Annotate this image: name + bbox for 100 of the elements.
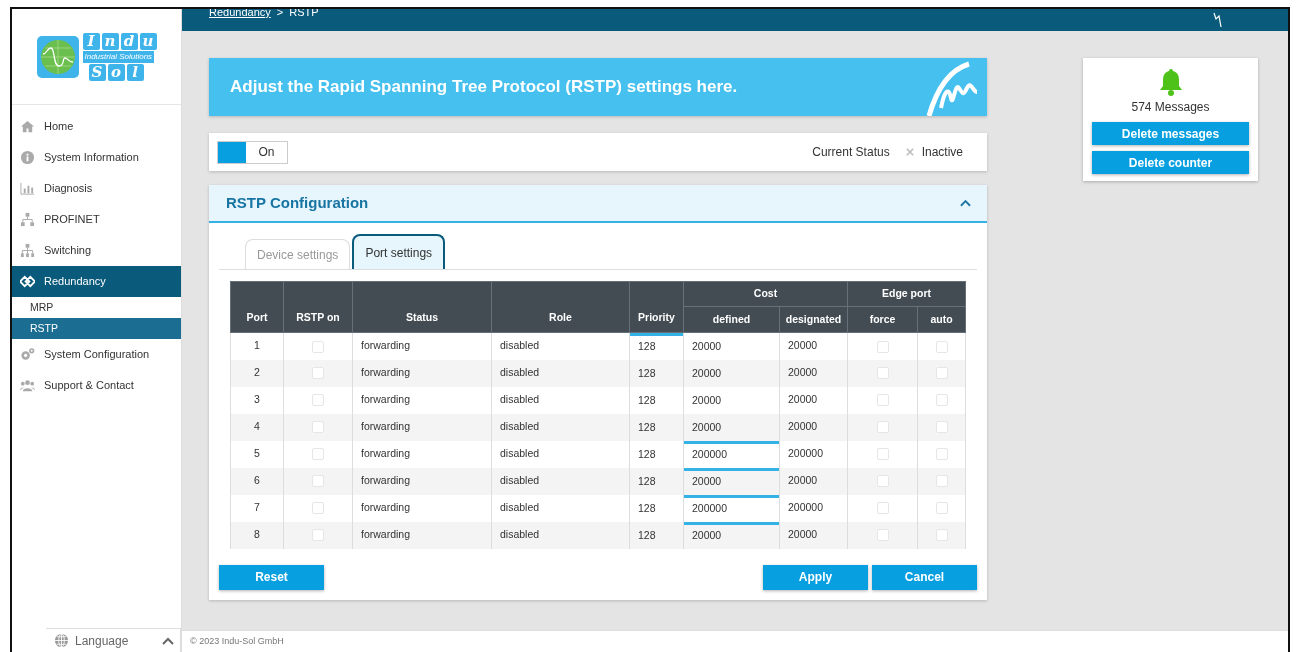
priority-field[interactable]: 128 xyxy=(630,413,683,438)
copyright-text: © 2023 Indu-Sol GmbH xyxy=(190,634,284,648)
config-panel-header[interactable]: RSTP Configuration xyxy=(209,185,987,223)
column-header: force xyxy=(847,306,918,333)
column-header: defined xyxy=(683,306,780,333)
sidebar-item[interactable]: Switching xyxy=(12,235,181,266)
logo-letter: d xyxy=(120,32,138,50)
checkbox[interactable] xyxy=(312,448,324,461)
checkbox[interactable] xyxy=(935,421,948,434)
priority-field[interactable]: 128 xyxy=(630,494,683,519)
table-cell: forwarding xyxy=(352,413,492,441)
logo-letter: S xyxy=(88,63,106,81)
priority-field[interactable]: 128 xyxy=(630,521,683,546)
priority-field[interactable]: 128 xyxy=(630,440,683,465)
hierarchy-icon xyxy=(20,243,35,258)
breadcrumb-current: RSTP xyxy=(289,9,319,20)
priority-field[interactable]: 128 xyxy=(630,386,683,411)
table-cell: 20000 xyxy=(779,359,848,387)
cost-field[interactable]: 20000 xyxy=(684,386,779,411)
checkbox[interactable] xyxy=(935,394,948,407)
message-count: 574 Messages xyxy=(1131,99,1210,116)
checkbox[interactable] xyxy=(312,340,324,353)
bell-icon xyxy=(1158,68,1183,96)
status-label: Current Status xyxy=(812,144,890,161)
diamond-icon xyxy=(20,274,35,289)
sidebar-item[interactable]: Diagnosis xyxy=(12,173,181,204)
logo-letter: o xyxy=(107,63,125,81)
checkbox[interactable] xyxy=(876,475,889,488)
checkbox[interactable] xyxy=(935,448,948,461)
checkbox[interactable] xyxy=(935,475,948,488)
table-cell: disabled xyxy=(491,494,630,522)
tab[interactable]: Port settings xyxy=(352,234,446,269)
pulse-icon xyxy=(1212,12,1224,28)
language-selector[interactable]: Language xyxy=(46,628,181,652)
checkbox[interactable] xyxy=(935,529,948,542)
checkbox[interactable] xyxy=(935,502,948,515)
table-cell: 20000 xyxy=(779,521,848,549)
sidebar-item[interactable]: System Information xyxy=(12,142,181,173)
table-cell: forwarding xyxy=(352,332,492,360)
logo-letter: I xyxy=(82,32,100,50)
table-cell: 200000 xyxy=(779,494,848,522)
cost-field[interactable]: 20000 xyxy=(684,333,779,357)
sidebar-item[interactable]: Redundancy xyxy=(12,266,181,297)
table-cell: 7 xyxy=(230,494,284,522)
cost-field[interactable]: 20000 xyxy=(684,359,779,384)
sidebar-subitem[interactable]: MRP xyxy=(12,297,181,318)
checkbox[interactable] xyxy=(876,421,889,434)
table-cell: disabled xyxy=(491,332,630,360)
checkbox[interactable] xyxy=(876,502,889,515)
checkbox[interactable] xyxy=(312,475,324,488)
priority-field[interactable]: 128 xyxy=(630,333,683,357)
table-cell: 2 xyxy=(230,359,284,387)
info-icon xyxy=(20,150,35,165)
checkbox[interactable] xyxy=(312,394,324,407)
table-cell: 8 xyxy=(230,521,284,549)
cost-field[interactable]: 20000 xyxy=(684,521,779,546)
logo-letter: u xyxy=(139,32,157,50)
sidebar-item[interactable]: Home xyxy=(12,111,181,142)
cost-field[interactable]: 20000 xyxy=(684,413,779,438)
checkbox[interactable] xyxy=(312,529,324,542)
table-cell: disabled xyxy=(491,440,630,468)
table-cell: disabled xyxy=(491,467,630,495)
priority-field[interactable]: 128 xyxy=(630,359,683,384)
table-cell: 1 xyxy=(230,332,284,360)
sidebar-item[interactable]: System Configuration xyxy=(12,339,181,370)
table-cell: forwarding xyxy=(352,494,492,522)
globe-logo-icon xyxy=(36,35,79,78)
column-header: RSTP on xyxy=(283,281,353,333)
checkbox[interactable] xyxy=(312,367,324,380)
checkbox[interactable] xyxy=(876,529,889,542)
checkbox[interactable] xyxy=(876,448,889,461)
checkbox[interactable] xyxy=(935,340,948,353)
table-cell: disabled xyxy=(491,521,630,549)
column-header: Priority xyxy=(629,281,684,333)
sidebar-item[interactable]: Support & Contact xyxy=(12,370,181,401)
toggle-switch[interactable]: On xyxy=(217,140,288,164)
priority-field[interactable]: 128 xyxy=(630,467,683,492)
config-title: RSTP Configuration xyxy=(226,192,369,213)
table-cell: forwarding xyxy=(352,467,492,495)
checkbox[interactable] xyxy=(876,367,889,380)
network-icon xyxy=(20,212,35,227)
status-value: Inactive xyxy=(921,144,963,161)
sidebar-item[interactable]: PROFINET xyxy=(12,204,181,235)
banner-text: Adjust the Rapid Spanning Tree Protocol (RSTP) settings here. xyxy=(230,76,738,99)
checkbox[interactable] xyxy=(876,340,889,353)
sidebar-subitem[interactable]: RSTP xyxy=(12,318,181,339)
cost-field[interactable]: 200000 xyxy=(684,440,779,465)
people-icon xyxy=(20,378,35,393)
checkbox[interactable] xyxy=(312,502,324,515)
checkbox[interactable] xyxy=(312,421,324,434)
table-cell: 200000 xyxy=(779,440,848,468)
checkbox[interactable] xyxy=(935,367,948,380)
logo-letter: n xyxy=(101,32,119,50)
checkbox[interactable] xyxy=(876,394,889,407)
cross-icon xyxy=(905,148,914,156)
cost-field[interactable]: 20000 xyxy=(684,467,779,492)
table-cell: forwarding xyxy=(352,359,492,387)
breadcrumb-link[interactable]: Redundancy xyxy=(209,9,271,21)
table-cell: 20000 xyxy=(779,332,848,360)
cost-field[interactable]: 200000 xyxy=(684,494,779,519)
